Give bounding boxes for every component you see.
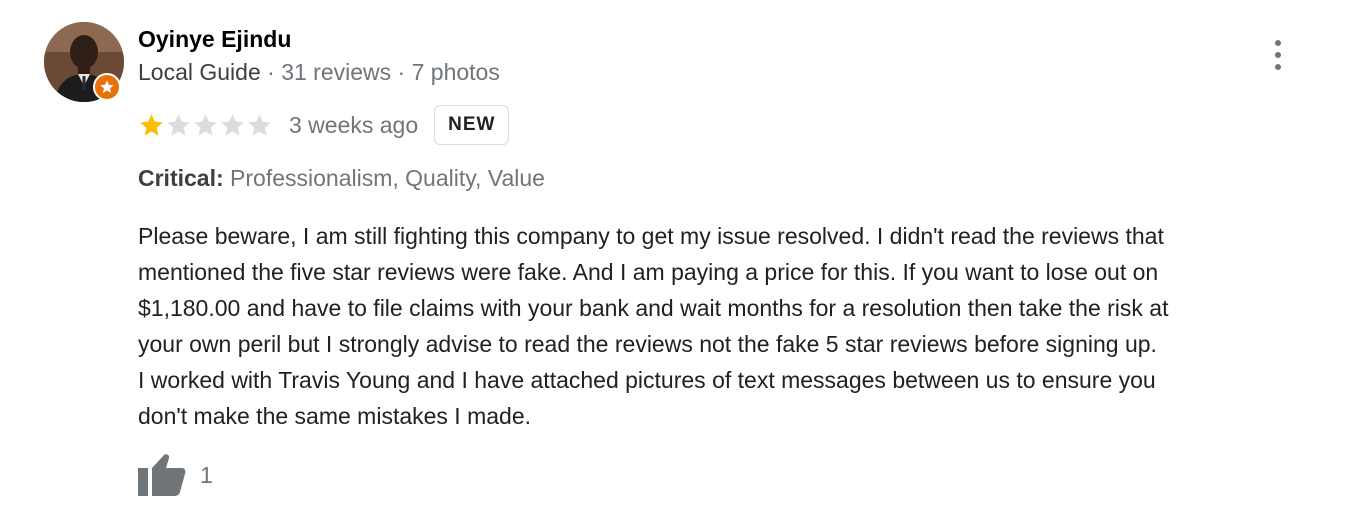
more-vert-icon [1275, 40, 1281, 46]
critical-attributes: Critical: Professionalism, Quality, Valu… [138, 165, 545, 192]
rating-row: 3 weeks ago NEW [138, 104, 510, 146]
author-meta: Local Guide · 31 reviews · 7 photos [138, 59, 500, 86]
review-text: Please beware, I am still fighting this … [138, 223, 1169, 429]
meta-separator: · [260, 59, 282, 85]
like-count: 1 [200, 461, 213, 488]
star-empty-icon [167, 113, 190, 136]
more-vert-icon-dot [1275, 52, 1281, 58]
critical-label: Critical: [138, 165, 224, 191]
photos-count: 7 photos [411, 59, 500, 85]
local-guide-star-icon [93, 73, 121, 101]
like-button[interactable] [138, 452, 186, 498]
more-vert-icon-dot [1275, 64, 1281, 70]
star-empty-icon [194, 113, 217, 136]
critical-values: Professionalism, Quality, Value [230, 165, 545, 191]
star-empty-icon [248, 113, 271, 136]
like-row: 1 [138, 452, 213, 498]
author-badge[interactable]: Local Guide [138, 59, 261, 85]
review-time: 3 weeks ago [289, 111, 419, 138]
star-rating [138, 112, 273, 139]
author-name[interactable]: Oyinye Ejindu [138, 26, 291, 53]
star-empty-icon [221, 113, 244, 136]
reviews-count: 31 reviews [281, 59, 392, 85]
star-filled-icon [140, 113, 163, 136]
thumb-up-icon [138, 454, 186, 496]
new-badge: NEW [434, 105, 510, 145]
review-card: Oyinye Ejindu Local Guide · 31 reviews ·… [0, 0, 1370, 522]
more-options-button[interactable] [1262, 38, 1294, 72]
meta-separator: · [391, 59, 412, 85]
